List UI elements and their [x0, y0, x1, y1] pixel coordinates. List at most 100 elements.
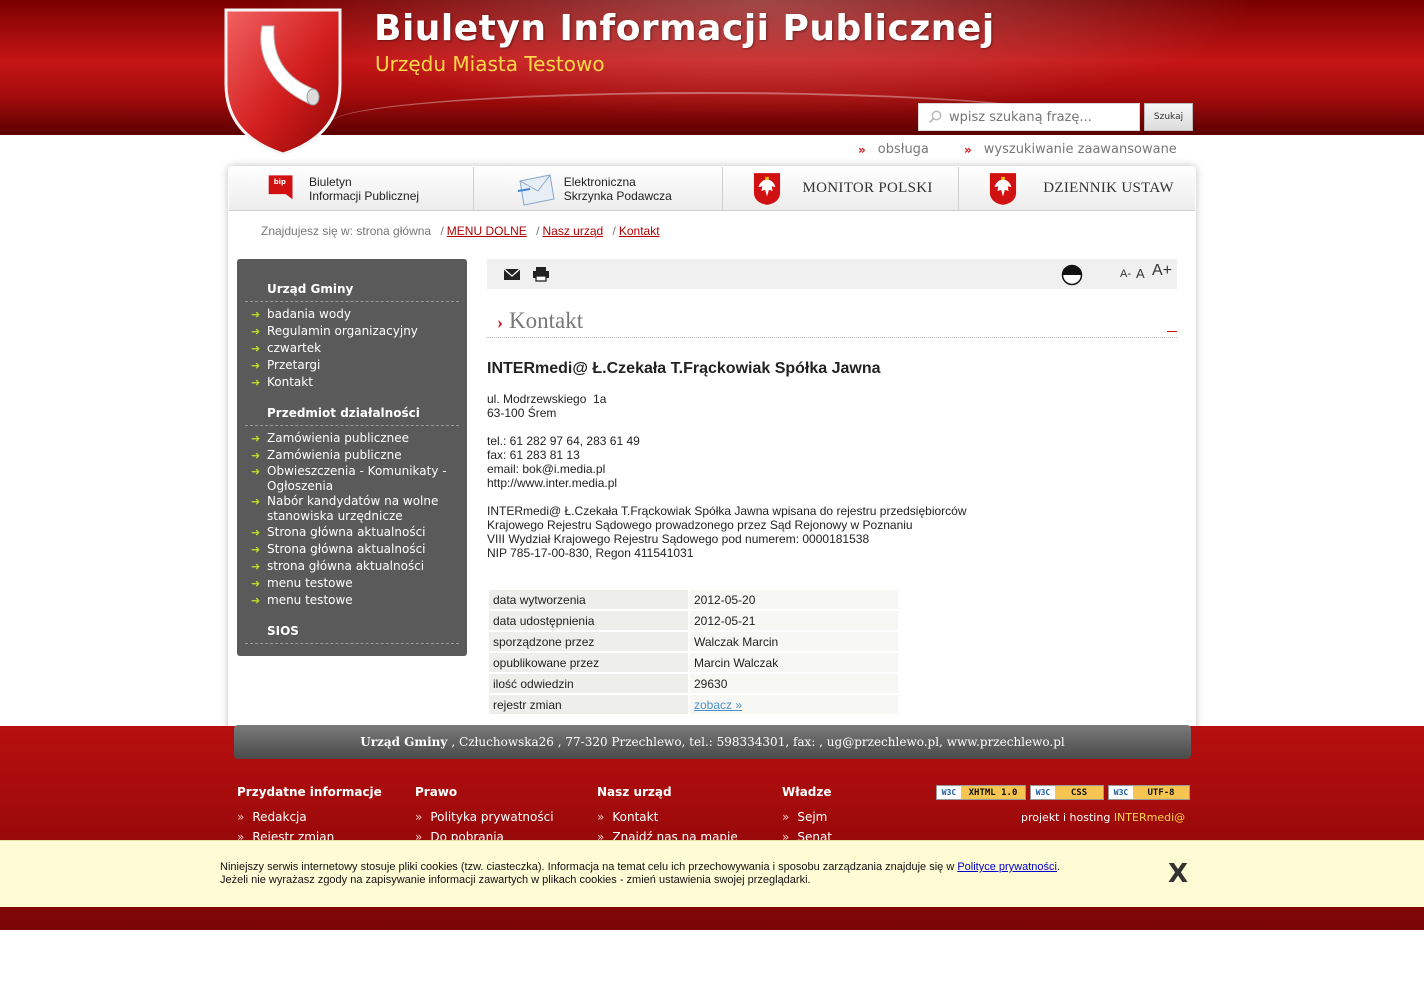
footer-link[interactable]: » Kontakt	[597, 807, 738, 827]
w3c-css-badge[interactable]: W3C CSS	[1030, 785, 1104, 800]
page: Biuletyn Informacji Publicznej Urzędu Mi…	[0, 0, 1424, 995]
footer-address: , Człuchowska26 , 77-320 Przechlewo, tel…	[451, 735, 1065, 749]
search-field[interactable]	[918, 103, 1140, 131]
sidebar-heading-urzad-gminy[interactable]: Urząd Gminy	[267, 282, 353, 296]
footer-link[interactable]: » Sejm	[782, 807, 832, 827]
contrast-icon[interactable]	[1061, 264, 1083, 286]
envelope-icon	[517, 173, 555, 206]
table-row: opublikowane przez Marcin Walczak	[489, 653, 898, 672]
dziennik-ustaw-label: DZIENNIK USTAW	[1043, 180, 1174, 196]
bullet-arrow-icon: ➜	[251, 308, 261, 321]
table-row: ilość odwiedzin 29630	[489, 674, 898, 693]
close-button[interactable]: X	[1168, 859, 1188, 889]
bullet-arrow-icon: ➜	[251, 594, 261, 607]
credits[interactable]: projekt i hosting INTERmedi@	[1021, 811, 1185, 824]
meta-value: 2012-05-21	[690, 611, 898, 630]
metadata-table: data wytworzenia 2012-05-20 data udostępn…	[487, 588, 900, 716]
footer-column-law: Prawo » Polityka prywatności » Do pobrania	[415, 785, 554, 847]
double-chevron-icon: »	[858, 142, 866, 157]
sidebar-item[interactable]: ➜ Strona główna aktualności	[251, 542, 461, 557]
site-title: Biuletyn Informacji Publicznej	[374, 8, 995, 49]
sidebar-item[interactable]: ➜ Nabór kandydatów na wolne stanowiska ur…	[251, 494, 461, 524]
footer-address-bar: Urząd Gminy , Człuchowska26 , 77-320 Prz…	[234, 725, 1191, 759]
divider	[487, 337, 1177, 338]
privacy-policy-link[interactable]: Polityce prywatności	[957, 861, 1057, 873]
table-row: rejestr zmian zobacz »	[489, 695, 898, 714]
sidebar-item[interactable]: ➜ Kontakt	[251, 375, 461, 390]
meta-label: rejestr zmian	[489, 695, 688, 714]
bullet-arrow-icon: ➜	[251, 465, 261, 478]
bullet-arrow-icon: ➜	[251, 543, 261, 556]
email-icon[interactable]	[503, 266, 521, 282]
sidebar-item[interactable]: ➜ badania wody	[251, 307, 461, 322]
table-row: data wytworzenia 2012-05-20	[489, 590, 898, 609]
sidebar-heading-sios[interactable]: SIOS	[267, 624, 299, 638]
sidebar-heading-przedmiot[interactable]: Przedmiot działalności	[267, 406, 420, 420]
bullet-arrow-icon: ➜	[251, 449, 261, 462]
breadcrumb-item-menu-dolne[interactable]: MENU DOLNE	[447, 224, 527, 238]
breadcrumb-item-nasz-urzad[interactable]: Nasz urząd	[542, 224, 603, 238]
w3c-xhtml-badge[interactable]: W3C XHTML 1.0	[936, 785, 1026, 800]
sidebar-item[interactable]: ➜ Zamówienia publiczne	[251, 448, 461, 463]
bullet-arrow-icon: ➜	[251, 325, 261, 338]
breadcrumb-item-kontakt[interactable]: Kontakt	[619, 224, 660, 238]
table-row: sporządzone przez Walczak Marcin	[489, 632, 898, 651]
sidebar-item[interactable]: ➜ menu testowe	[251, 593, 461, 608]
footer-column-title: Nasz urząd	[597, 785, 672, 799]
change-log-link[interactable]: zobacz »	[694, 698, 742, 712]
bullet-arrow-icon: ➜	[251, 495, 261, 508]
print-icon[interactable]	[532, 266, 550, 282]
sidebar-item[interactable]: ➜ Strona główna aktualności	[251, 525, 461, 540]
footer-link[interactable]: » Redakcja	[237, 807, 382, 827]
footer-link[interactable]: » Polityka prywatności	[415, 807, 554, 827]
bip-banner-label: Biuletyn Informacji Publicznej	[309, 174, 420, 203]
meta-value: Marcin Walczak	[690, 653, 898, 672]
bip-banner[interactable]: bip Biuletyn Informacji Publicznej	[229, 167, 474, 210]
footer-column-authorities: Władze » Sejm » Senat	[782, 785, 832, 847]
advanced-search-link[interactable]: » wyszukiwanie zaawansowane	[964, 142, 1177, 157]
meta-label: data wytworzenia	[489, 590, 688, 609]
site-subtitle: Urzędu Miasta Testowo	[375, 52, 605, 76]
sidebar-item[interactable]: ➜ Regulamin organizacyjny	[251, 324, 461, 339]
dziennik-ustaw-banner[interactable]: DZIENNIK USTAW	[959, 167, 1195, 210]
service-link[interactable]: » obsługa	[858, 142, 929, 157]
footer-column-useful: Przydatne informacje » Redakcja » Rejestr …	[237, 785, 382, 847]
epuap-banner-label: Elektroniczna Skrzynka Podawcza	[563, 174, 672, 203]
bip-logo-text: bip	[274, 177, 286, 185]
font-normal-button[interactable]: A	[1136, 266, 1145, 281]
epuap-banner[interactable]: Elektroniczna Skrzynka Podawcza	[473, 167, 723, 210]
meta-value: 29630	[690, 674, 898, 693]
monitor-polski-label: MONITOR POLSKI	[802, 180, 933, 196]
cookie-notice: Niniejszy serwis internetowy stosuje pli…	[0, 840, 1424, 907]
city-crest-logo[interactable]	[222, 6, 344, 156]
bullet-arrow-icon: ➜	[251, 359, 261, 372]
font-decrease-button[interactable]: A-	[1120, 268, 1131, 280]
sidebar-item[interactable]: ➜ Obwieszczenia - Komunikaty - Ogłoszenia	[251, 464, 461, 494]
double-chevron-icon: »	[964, 142, 972, 157]
font-increase-button[interactable]: A+	[1152, 262, 1172, 280]
search-input[interactable]	[949, 109, 1129, 125]
sidebar-item[interactable]: ➜ menu testowe	[251, 576, 461, 591]
eagle-emblem-icon	[753, 172, 780, 205]
footer-office-name: Urząd Gminy	[360, 735, 448, 749]
bullet-arrow-icon: ➜	[251, 432, 261, 445]
footer-column-title: Władze	[782, 785, 832, 799]
sidebar: Urząd Gminy ➜ badania wody ➜ Regulamin org…	[237, 259, 467, 656]
divider-accent	[1167, 331, 1177, 332]
sidebar-item[interactable]: ➜ Przetargi	[251, 358, 461, 373]
meta-value: Walczak Marcin	[690, 632, 898, 651]
w3c-utf8-badge[interactable]: W3C UTF-8	[1108, 785, 1190, 800]
meta-label: data udostępnienia	[489, 611, 688, 630]
breadcrumb-prefix[interactable]: Znajdujesz się w: strona główna	[261, 224, 431, 238]
search-button[interactable]: Szukaj	[1144, 103, 1193, 131]
bullet-arrow-icon: ➜	[251, 342, 261, 355]
service-link-label: obsługa	[877, 142, 929, 157]
sidebar-item[interactable]: ➜ Zamówienia publicznee	[251, 431, 461, 446]
sidebar-item[interactable]: ➜ czwartek	[251, 341, 461, 356]
chevron-right-icon: ›	[497, 312, 503, 332]
sidebar-item[interactable]: ➜ strona główna aktualności	[251, 559, 461, 574]
eagle-emblem-icon	[990, 172, 1017, 205]
meta-label: ilość odwiedzin	[489, 674, 688, 693]
monitor-polski-banner[interactable]: MONITOR POLSKI	[722, 167, 960, 210]
divider	[245, 643, 459, 644]
